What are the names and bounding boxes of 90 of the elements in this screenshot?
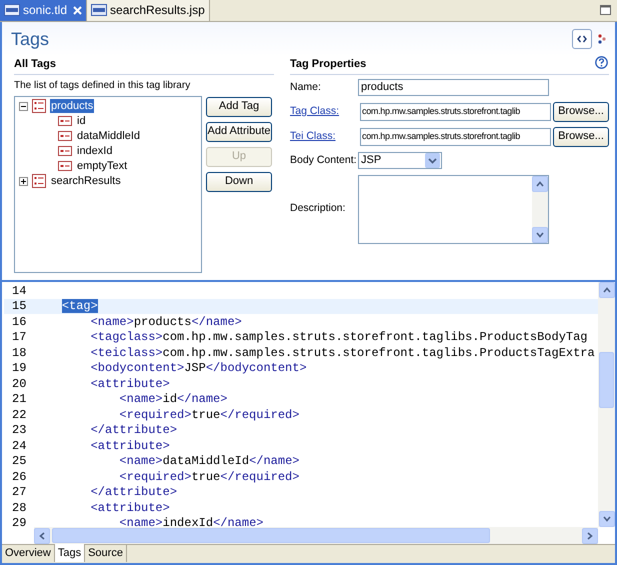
code-line: <attribute>	[90, 500, 170, 517]
field-link[interactable]: Tag Class:	[290, 104, 358, 120]
code-line: <teiclass>com.hp.mw.samples.struts.storefront.taglibs.ProductsTagExtra	[90, 344, 595, 362]
vertical-scrollbar[interactable]	[598, 282, 615, 527]
action-button[interactable]: Down	[206, 172, 272, 192]
line-number: 14	[11, 282, 28, 300]
attribute-icon	[58, 161, 72, 171]
body-content-dropdown[interactable]: JSP	[358, 152, 442, 169]
field-label: Name:	[290, 80, 322, 95]
horizontal-scrollbar[interactable]	[34, 527, 598, 544]
field-label: Body Content:	[290, 152, 358, 168]
code-line: <required>true</required>	[118, 468, 300, 486]
editor-tab[interactable]: searchResults.jsp	[87, 0, 210, 21]
scroll-down-button[interactable]	[532, 226, 548, 242]
list-icon	[32, 99, 46, 113]
list-icon	[32, 174, 46, 188]
scroll-left-button[interactable]	[34, 528, 50, 544]
scroll-up-button[interactable]	[532, 176, 548, 192]
class-field[interactable]: com.hp.mw.samples.struts.storefront.taglib	[360, 128, 551, 146]
editor-tab[interactable]: sonic.tld	[0, 0, 88, 21]
section-title: All Tags	[14, 56, 274, 74]
tree-item[interactable]: searchResults	[50, 174, 122, 188]
scroll-up-button[interactable]	[598, 282, 614, 298]
code-line: <attribute>	[90, 438, 170, 455]
tree-item[interactable]: emptyText	[76, 159, 128, 173]
code-line: <tagclass>com.hp.mw.samples.struts.storefront.taglibs.ProductsBodyTag	[90, 329, 588, 346]
field-label: Description:	[290, 201, 346, 216]
close-icon[interactable]	[73, 6, 82, 14]
expand-toggle[interactable]	[19, 176, 28, 186]
code-line: <required>true</required>	[118, 406, 300, 424]
file-icon	[4, 3, 20, 17]
chevron-icon	[536, 232, 544, 238]
action-button[interactable]: Add Attribute	[206, 122, 272, 142]
attribute-icon	[58, 116, 72, 126]
line-number: 19	[11, 360, 28, 378]
line-number: 25	[11, 453, 28, 470]
line-number: 26	[11, 468, 28, 486]
class-field[interactable]: com.hp.mw.samples.struts.storefront.taglib	[360, 102, 551, 120]
code-line: <name>products</name>	[90, 314, 242, 331]
line-number: 29	[11, 515, 28, 527]
browse-button[interactable]: Browse...	[553, 126, 609, 146]
chevron-icon	[587, 532, 593, 540]
file-icon	[91, 3, 108, 17]
dots-icon[interactable]	[598, 34, 606, 44]
scroll-right-button[interactable]	[582, 528, 598, 544]
tree-item[interactable]: products	[50, 99, 94, 113]
line-number: 18	[11, 344, 28, 362]
field-link[interactable]: Tei Class:	[290, 128, 358, 144]
section-description: The list of tags defined in this tag library	[14, 78, 192, 92]
maximize-icon[interactable]	[600, 5, 611, 15]
scroll-thumb[interactable]	[52, 528, 490, 543]
browse-button[interactable]: Browse...	[553, 102, 609, 122]
code-line: <name>indexId</name>	[118, 515, 264, 527]
help-icon[interactable]	[595, 56, 608, 69]
line-number: 24	[11, 438, 28, 455]
code-icon	[577, 35, 587, 43]
line-number: 28	[11, 500, 28, 517]
scroll-thumb[interactable]	[599, 352, 614, 408]
line-number: 15	[11, 298, 28, 316]
chevron-icon	[39, 532, 45, 540]
action-button[interactable]: Add Tag	[206, 96, 272, 116]
line-number: 17	[11, 329, 28, 346]
collapse-toggle[interactable]	[19, 102, 28, 110]
chevron-icon	[602, 516, 610, 522]
tree-item[interactable]: dataMiddleId	[76, 129, 141, 143]
line-number: 21	[11, 391, 28, 408]
page-tab[interactable]: Tags	[54, 544, 86, 562]
chevron-icon	[602, 287, 610, 293]
attribute-icon	[58, 131, 72, 141]
chevron-icon	[536, 180, 544, 186]
line-number: 20	[11, 376, 28, 393]
page-title: Tags	[11, 28, 50, 51]
attribute-icon	[58, 146, 72, 156]
line-number: 23	[11, 422, 28, 440]
code-line: <name>dataMiddleId</name>	[118, 453, 300, 470]
code-line: <name>id</name>	[118, 391, 228, 408]
scroll-down-button[interactable]	[598, 511, 614, 527]
code-line: <attribute>	[90, 376, 170, 393]
section-title: Tag Properties	[290, 57, 366, 72]
line-number: 22	[11, 406, 28, 424]
tree-item[interactable]: id	[76, 114, 87, 128]
code-line: </attribute>	[90, 422, 178, 440]
name-field[interactable]: products	[358, 79, 549, 96]
line-number: 16	[11, 314, 28, 331]
code-line: <bodycontent>JSP</bodycontent>	[90, 360, 307, 378]
tree-item[interactable]: indexId	[76, 144, 114, 158]
source-toggle-button[interactable]	[572, 29, 592, 49]
code-line: </attribute>	[90, 484, 178, 502]
description-field[interactable]	[358, 174, 549, 244]
line-number: 27	[11, 484, 28, 502]
